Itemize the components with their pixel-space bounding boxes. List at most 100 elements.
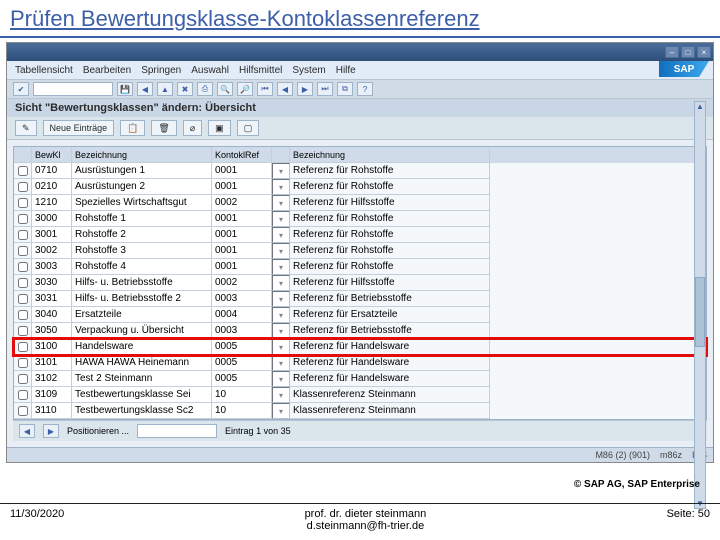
row-selector[interactable] [14, 275, 32, 291]
cell-ref[interactable]: 0005 [212, 355, 272, 371]
cell-ref[interactable]: 0005 [212, 339, 272, 355]
scroll-thumb[interactable] [695, 277, 705, 347]
cell-bewkl[interactable]: 0710 [32, 163, 72, 179]
nextpage-icon[interactable]: ▶ [297, 82, 313, 96]
cell-bez1[interactable]: Test 2 Steinmann [72, 371, 212, 387]
menu-item[interactable]: Hilfsmittel [239, 65, 282, 76]
cell-ref[interactable]: 0003 [212, 291, 272, 307]
cell-bewkl[interactable]: 3003 [32, 259, 72, 275]
menu-item[interactable]: Hilfe [336, 65, 356, 76]
help-icon[interactable]: ? [357, 82, 373, 96]
delimit-icon[interactable]: ⌀ [183, 120, 202, 136]
cell-ref[interactable]: 0001 [212, 179, 272, 195]
dropdown-icon[interactable]: ▾ [272, 227, 290, 243]
cell-bez1[interactable]: Rohstoffe 4 [72, 259, 212, 275]
table-row[interactable]: 3000Rohstoffe 10001▾Referenz für Rohstof… [14, 211, 706, 227]
cell-bez1[interactable]: Rohstoffe 2 [72, 227, 212, 243]
row-selector[interactable] [14, 387, 32, 403]
prevpage-icon[interactable]: ◀ [277, 82, 293, 96]
menu-item[interactable]: Tabellensicht [15, 65, 73, 76]
cell-ref[interactable]: 0005 [212, 371, 272, 387]
menu-item[interactable]: Springen [141, 65, 181, 76]
cell-bewkl[interactable]: 1210 [32, 195, 72, 211]
table-row[interactable]: 3109Testbewertungsklasse Sei10▾Klassenre… [14, 387, 706, 403]
table-row[interactable]: 3030Hilfs- u. Betriebsstoffe0002▾Referen… [14, 275, 706, 291]
row-selector[interactable] [14, 195, 32, 211]
scroll-left-icon[interactable]: ◀ [19, 424, 35, 438]
deselectall-icon[interactable]: ▢ [237, 120, 260, 136]
table-row[interactable]: 3003Rohstoffe 40001▾Referenz für Rohstof… [14, 259, 706, 275]
dropdown-icon[interactable]: ▾ [272, 371, 290, 387]
cell-bewkl[interactable]: 3002 [32, 243, 72, 259]
cell-ref[interactable]: 10 [212, 387, 272, 403]
cell-bewkl[interactable]: 3109 [32, 387, 72, 403]
cell-bez1[interactable]: HAWA HAWA Heinemann [72, 355, 212, 371]
cell-bez1[interactable]: Rohstoffe 1 [72, 211, 212, 227]
table-row[interactable]: 3110Testbewertungsklasse Sc210▾Klassenre… [14, 403, 706, 419]
dropdown-icon[interactable]: ▾ [272, 403, 290, 419]
table-row[interactable]: 0210Ausrüstungen 20001▾Referenz für Rohs… [14, 179, 706, 195]
cell-ref[interactable]: 0002 [212, 195, 272, 211]
row-selector[interactable] [14, 323, 32, 339]
new-entries-button[interactable]: Neue Einträge [43, 120, 115, 136]
cell-bez1[interactable]: Handelsware [72, 339, 212, 355]
row-selector[interactable] [14, 259, 32, 275]
scroll-up-icon[interactable]: ▲ [696, 102, 704, 111]
cell-bez1[interactable]: Spezielles Wirtschaftsgut [72, 195, 212, 211]
row-selector[interactable] [14, 227, 32, 243]
cell-ref[interactable]: 0001 [212, 227, 272, 243]
row-selector[interactable] [14, 355, 32, 371]
dropdown-icon[interactable]: ▾ [272, 291, 290, 307]
dropdown-icon[interactable]: ▾ [272, 355, 290, 371]
cell-bewkl[interactable]: 3031 [32, 291, 72, 307]
selectall-icon[interactable]: ▣ [208, 120, 231, 136]
vertical-scrollbar[interactable]: ▲ ▼ [694, 101, 706, 509]
back-icon[interactable]: ◀ [137, 82, 153, 96]
cell-ref[interactable]: 0002 [212, 275, 272, 291]
table-row[interactable]: 3102Test 2 Steinmann0005▾Referenz für Ha… [14, 371, 706, 387]
change-button[interactable]: ✎ [15, 120, 37, 136]
cell-bez1[interactable]: Ersatzteile [72, 307, 212, 323]
dropdown-icon[interactable]: ▾ [272, 259, 290, 275]
cell-ref[interactable]: 0001 [212, 163, 272, 179]
cell-bewkl[interactable]: 3101 [32, 355, 72, 371]
cell-bez1[interactable]: Testbewertungsklasse Sc2 [72, 403, 212, 419]
row-selector[interactable] [14, 291, 32, 307]
dropdown-icon[interactable]: ▾ [272, 243, 290, 259]
cell-bewkl[interactable]: 3050 [32, 323, 72, 339]
cell-ref[interactable]: 0001 [212, 243, 272, 259]
close-button[interactable]: × [697, 46, 711, 58]
cell-bez1[interactable]: Hilfs- u. Betriebsstoffe 2 [72, 291, 212, 307]
row-selector[interactable] [14, 307, 32, 323]
row-selector[interactable] [14, 371, 32, 387]
cell-bewkl[interactable]: 3102 [32, 371, 72, 387]
exit-icon[interactable]: ▲ [157, 82, 173, 96]
delete-icon[interactable]: 🗑 [151, 120, 176, 136]
table-row[interactable]: 1210Spezielles Wirtschaftsgut0002▾Refere… [14, 195, 706, 211]
row-selector[interactable] [14, 403, 32, 419]
command-field[interactable] [33, 82, 113, 96]
lastpage-icon[interactable]: ⏭ [317, 82, 333, 96]
cell-ref[interactable]: 10 [212, 403, 272, 419]
cell-bewkl[interactable]: 3110 [32, 403, 72, 419]
menu-item[interactable]: Auswahl [191, 65, 229, 76]
cell-bewkl[interactable]: 3040 [32, 307, 72, 323]
table-row[interactable]: 0710Ausrüstungen 10001▾Referenz für Rohs… [14, 163, 706, 179]
cell-ref[interactable]: 0003 [212, 323, 272, 339]
dropdown-icon[interactable]: ▾ [272, 179, 290, 195]
position-input[interactable] [137, 424, 217, 438]
cell-bewkl[interactable]: 3030 [32, 275, 72, 291]
table-row[interactable]: 3031Hilfs- u. Betriebsstoffe 20003▾Refer… [14, 291, 706, 307]
cell-bewkl[interactable]: 0210 [32, 179, 72, 195]
table-row[interactable]: 3002Rohstoffe 30001▾Referenz für Rohstof… [14, 243, 706, 259]
row-selector[interactable] [14, 163, 32, 179]
dropdown-icon[interactable]: ▾ [272, 275, 290, 291]
table-row[interactable]: 3001Rohstoffe 20001▾Referenz für Rohstof… [14, 227, 706, 243]
table-row[interactable]: 3100Handelsware0005▾Referenz für Handels… [14, 339, 706, 355]
cell-bez1[interactable]: Verpackung u. Übersicht [72, 323, 212, 339]
dropdown-icon[interactable]: ▾ [272, 323, 290, 339]
row-selector[interactable] [14, 179, 32, 195]
dropdown-icon[interactable]: ▾ [272, 387, 290, 403]
dropdown-icon[interactable]: ▾ [272, 211, 290, 227]
row-selector[interactable] [14, 211, 32, 227]
